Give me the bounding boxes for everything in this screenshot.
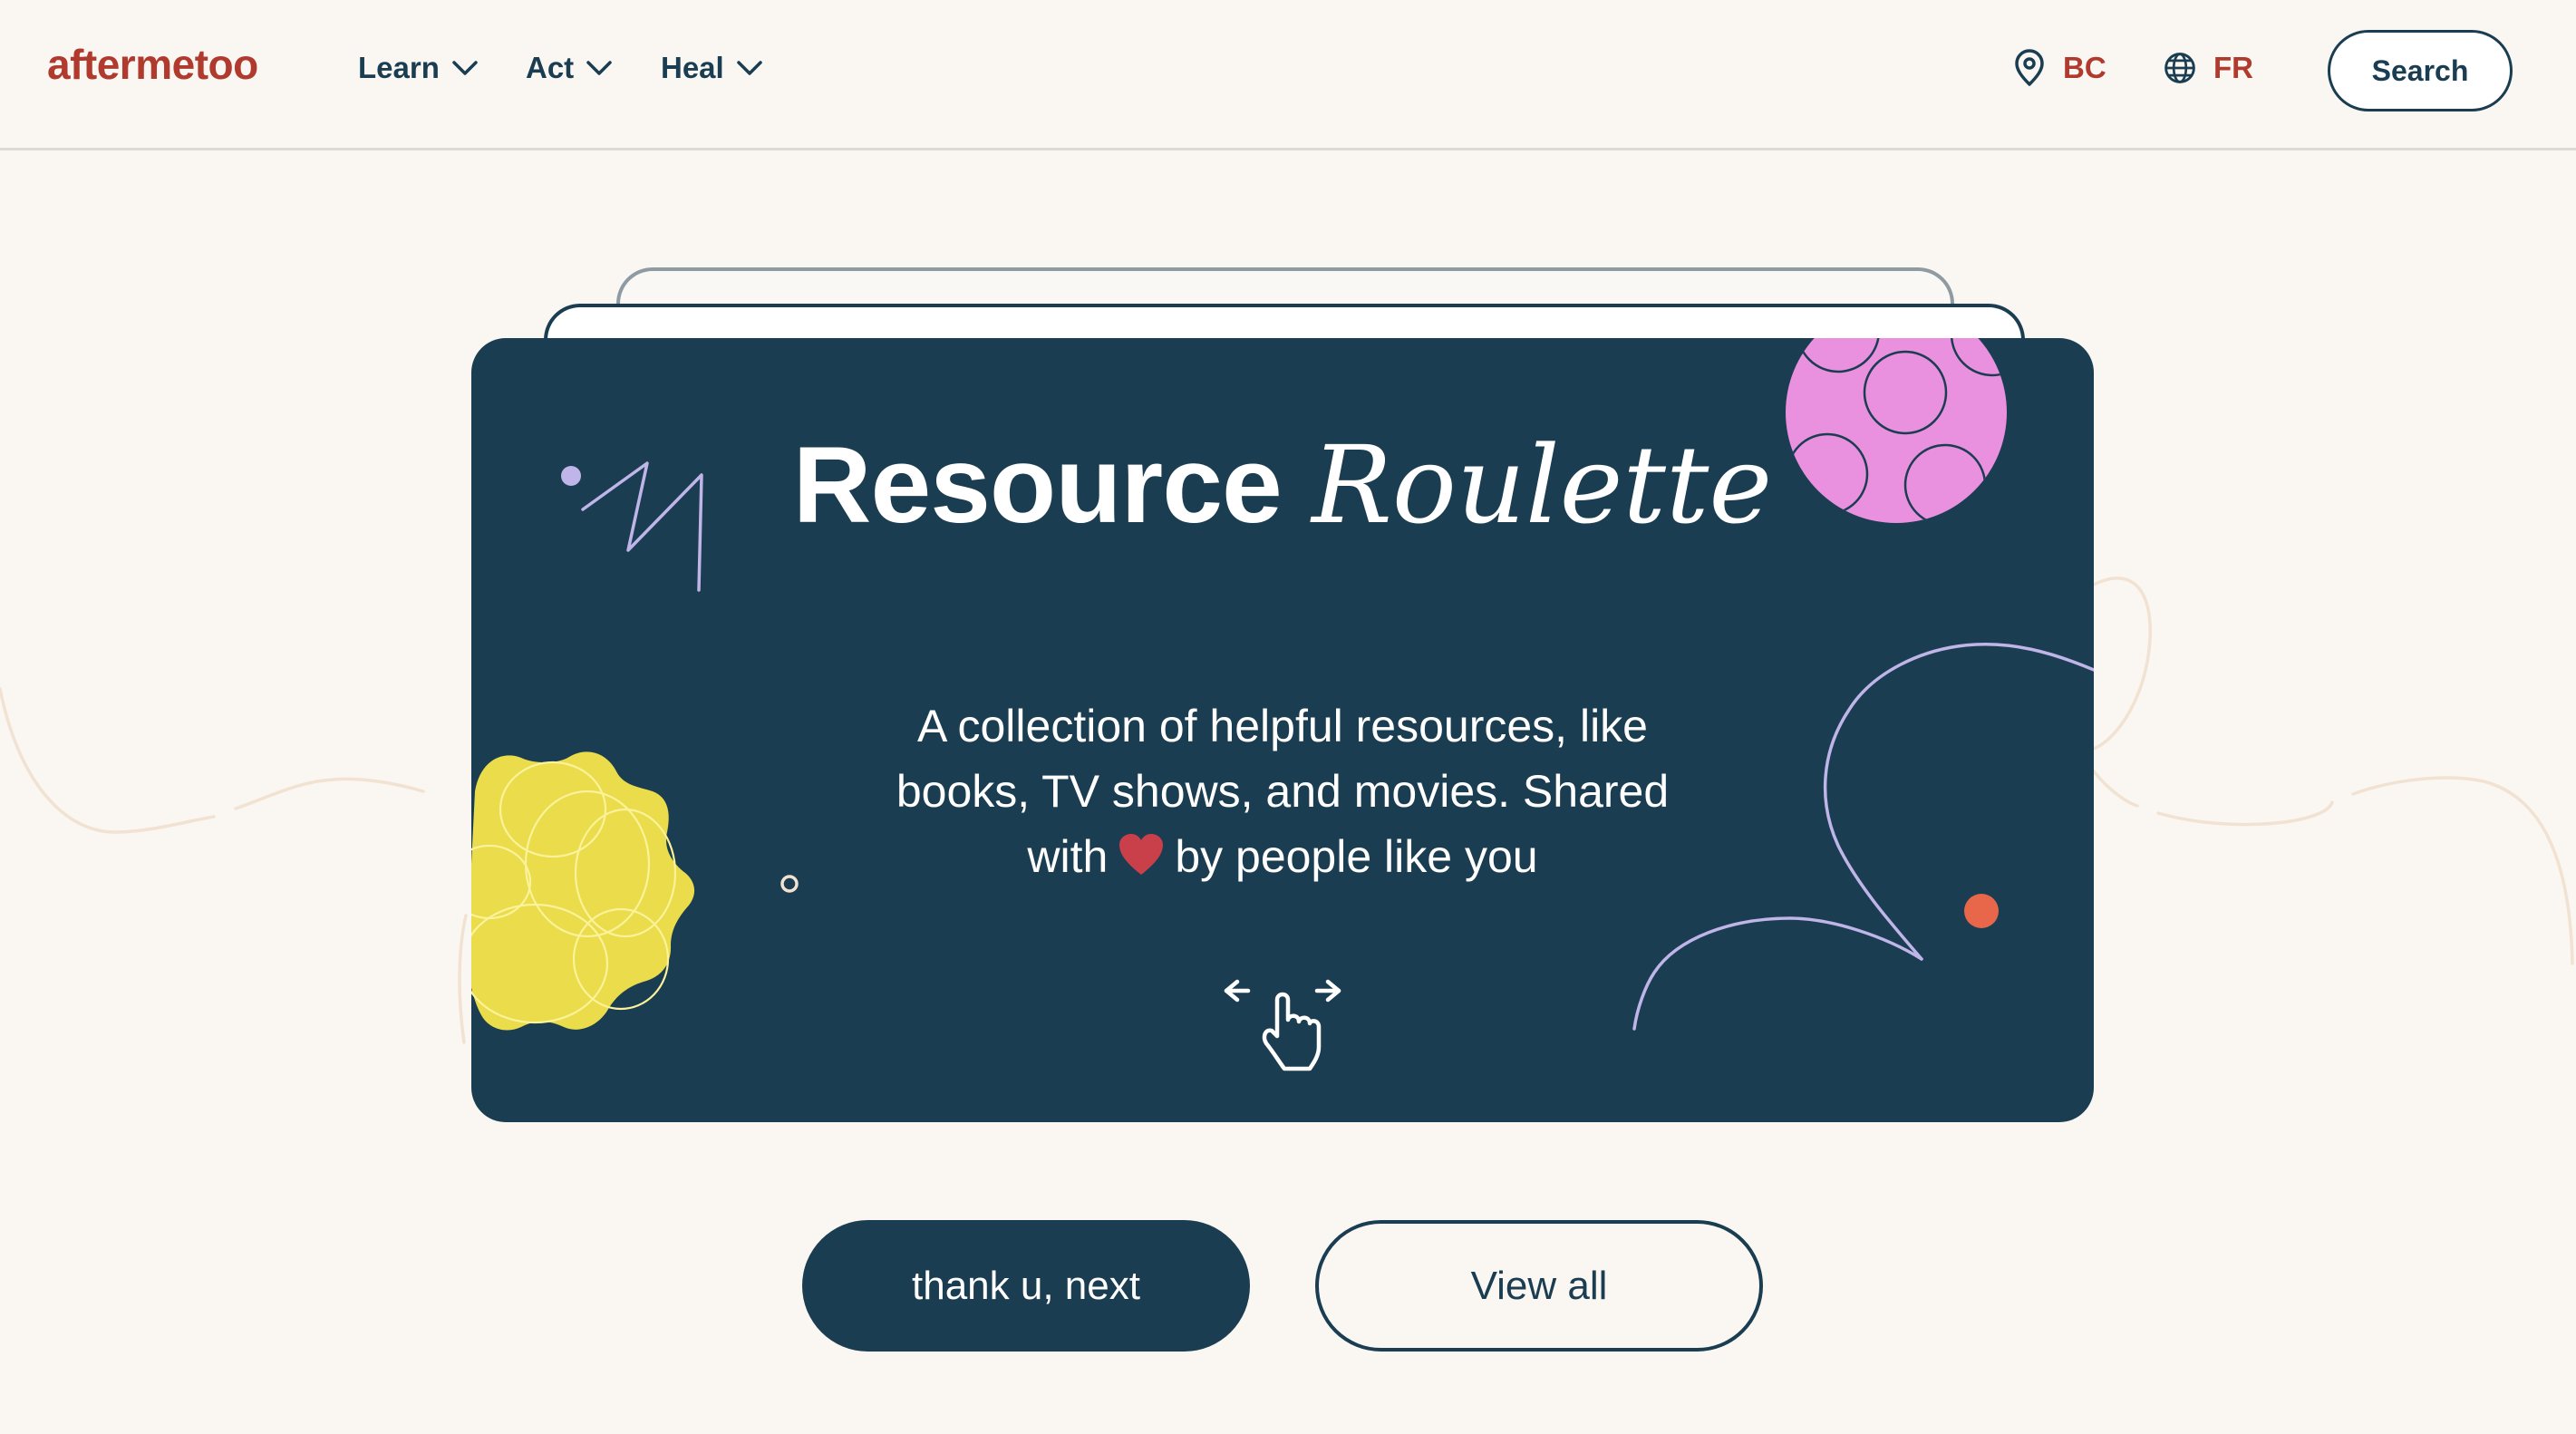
nav-learn[interactable]: Learn	[358, 51, 478, 85]
card-title-bold: Resource	[792, 424, 1283, 546]
squiggle-right-tail	[2092, 770, 2139, 808]
language-label: FR	[2213, 51, 2253, 84]
chevron-down-icon	[586, 61, 612, 75]
card-description: A collection of helpful resources, like …	[875, 693, 1690, 889]
card-title-italic: Roulette	[1312, 422, 1773, 547]
region-selector[interactable]: BC	[2012, 49, 2106, 87]
squiggle-right-loop	[2092, 577, 2152, 751]
lavender-bubble-curve	[1823, 642, 2094, 961]
next-resource-button[interactable]: thank u, next	[802, 1220, 1250, 1352]
region-label: BC	[2063, 51, 2106, 84]
globe-icon	[2164, 53, 2195, 83]
nav-act-label: Act	[526, 51, 575, 84]
view-all-button[interactable]: View all	[1315, 1220, 1763, 1352]
site-header: aftermetoo Learn Act Heal BC FR Search	[0, 0, 2576, 150]
squiggle-right-wave	[2156, 800, 2334, 827]
squiggle-left-dash	[234, 777, 425, 810]
language-selector[interactable]: FR	[2163, 49, 2253, 87]
search-button[interactable]: Search	[2328, 30, 2513, 111]
orange-dot	[1964, 894, 1999, 928]
map-pin-icon	[2015, 49, 2044, 86]
resource-roulette-card[interactable]: Resource Roulette A collection of helpfu…	[471, 338, 2094, 1122]
yellow-blob-decoration	[471, 751, 694, 1031]
swipe-hand-icon[interactable]	[1219, 973, 1346, 1072]
squiggle-right-arc	[2351, 776, 2574, 965]
nav-act[interactable]: Act	[526, 51, 612, 85]
small-ring	[780, 875, 799, 893]
heart-icon	[1119, 834, 1164, 875]
chevron-down-icon	[736, 61, 762, 75]
site-logo[interactable]: aftermetoo	[47, 40, 258, 89]
description-text-end: by people like you	[1175, 831, 1538, 882]
squiggle-left-lower	[458, 914, 468, 1044]
nav-heal-label: Heal	[661, 51, 724, 84]
squiggle-left-curve	[0, 687, 216, 834]
card-title: Resource Roulette	[471, 421, 2094, 548]
nav-heal[interactable]: Heal	[661, 51, 762, 85]
nav-learn-label: Learn	[358, 51, 440, 84]
lavender-bubble-curve-lower	[1632, 916, 1923, 1031]
chevron-down-icon	[452, 61, 478, 75]
